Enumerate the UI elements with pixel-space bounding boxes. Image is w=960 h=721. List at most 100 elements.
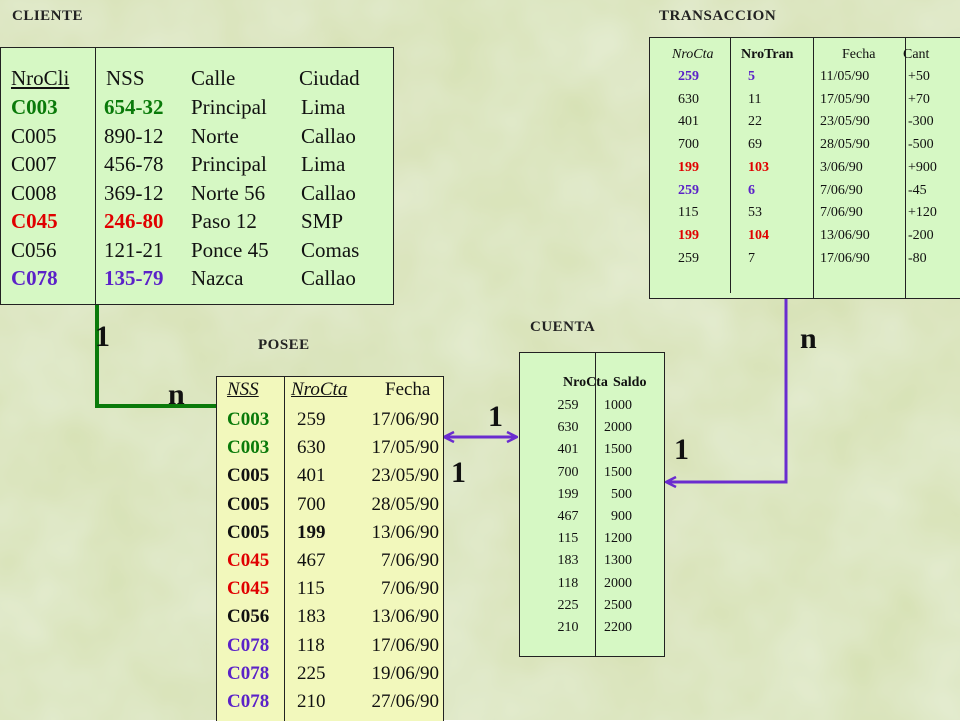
cliente-cell-nss: 121-21 <box>104 237 164 262</box>
transaccion-divider-2 <box>813 38 814 298</box>
transaccion-cell-nrotran: 5 <box>748 69 755 84</box>
transaccion-header-nrotran: NroTran <box>741 47 794 62</box>
posee-cell-nrocta: 630 <box>297 437 326 459</box>
transaccion-cell-nrocta: 259 <box>678 182 699 198</box>
transaccion-cell-nrocta: 259 <box>678 69 699 84</box>
transaccion-cell-cant: -200 <box>908 227 934 243</box>
cuenta-cell-nrocta: 115 <box>557 531 579 547</box>
cuenta-cell-nrocta: 467 <box>557 509 579 524</box>
cuenta-cell-nrocta: 210 <box>557 620 579 635</box>
cuenta-cell-nrocta: 225 <box>557 597 579 613</box>
cliente-cell-nrocli: C003 <box>11 95 58 119</box>
transaccion-cell-nrocta: 401 <box>678 114 699 130</box>
posee-cell-nrocta: 700 <box>297 493 326 515</box>
cuenta-header-saldo: Saldo <box>613 375 647 390</box>
transaccion-cell-cant: +900 <box>908 159 937 175</box>
transaccion-cell-nrocta: 199 <box>678 159 699 175</box>
cuenta-header-nrocta: NroCta <box>563 375 608 390</box>
cliente-caption: CLIENTE <box>12 8 84 24</box>
transaccion-cell-fecha: 3/06/90 <box>820 159 863 175</box>
posee-cell-nrocta: 118 <box>297 634 325 656</box>
cuenta-table: NroCta Saldo 259 1000 630 2000 401 1500 700 150… <box>519 352 665 657</box>
transaccion-header-nrocta: NroCta <box>672 47 714 62</box>
transaccion-caption: TRANSACCION <box>659 8 777 24</box>
posee-cell-nss: C078 <box>227 662 270 684</box>
transaccion-cell-nrotran: 6 <box>748 182 755 198</box>
posee-cell-fecha: 7/06/90 <box>380 578 439 600</box>
cardinality-cuenta-1b: 1 <box>674 433 689 466</box>
transaccion-divider-3 <box>905 38 906 298</box>
transaccion-cell-fecha: 11/05/90 <box>820 69 870 84</box>
cuenta-cell-saldo: 1500 <box>604 442 632 458</box>
transaccion-cell-nrocta: 115 <box>678 205 699 221</box>
posee-divider <box>284 377 285 721</box>
transaccion-cell-nrocta: 199 <box>678 227 699 243</box>
cliente-cell-ciudad: Callao <box>301 123 356 148</box>
posee-caption: POSEE <box>258 337 310 353</box>
cliente-header-ciudad: Ciudad <box>299 66 360 90</box>
transaccion-cell-nrotran: 103 <box>748 159 769 175</box>
transaccion-cell-nrotran: 69 <box>748 137 762 153</box>
cliente-cell-calle: Paso 12 <box>191 209 257 233</box>
cliente-cell-nss: 654-32 <box>104 95 164 119</box>
cliente-header-nrocli: NroCli <box>11 66 70 90</box>
posee-cell-nss: C078 <box>227 634 270 656</box>
cuenta-cell-nrocta: 259 <box>557 398 579 413</box>
cuenta-cell-nrocta: 118 <box>557 575 579 591</box>
posee-cell-fecha: 17/06/90 <box>371 634 439 656</box>
cuenta-cell-saldo: 2000 <box>604 575 632 591</box>
transaccion-cell-nrotran: 11 <box>748 91 762 107</box>
cliente-cell-calle: Norte 56 <box>191 180 266 205</box>
posee-cell-nrocta: 115 <box>297 578 325 600</box>
cuenta-cell-nrocta: 630 <box>557 420 579 436</box>
cuenta-cell-saldo: 2000 <box>604 420 632 436</box>
cliente-cell-nrocli: C007 <box>11 152 57 176</box>
cuenta-cell-saldo: 1500 <box>604 464 632 480</box>
cliente-cell-ciudad: Comas <box>301 237 360 262</box>
cardinality-cliente: 1 <box>95 320 110 353</box>
transaccion-cell-fecha: 13/06/90 <box>820 227 870 243</box>
cuenta-cell-saldo: 2500 <box>604 597 632 613</box>
posee-cell-nss: C003 <box>227 409 270 430</box>
cliente-table: NroCli NSS Calle Ciudad C003 654-32 Princi… <box>0 47 394 305</box>
cliente-cell-nss: 456-78 <box>104 152 164 176</box>
posee-header-nss: NSS <box>227 379 259 400</box>
posee-cell-fecha: 13/06/90 <box>371 521 439 543</box>
transaccion-cell-nrocta: 259 <box>678 250 699 266</box>
cardinality-posee-1: 1 <box>451 456 466 489</box>
transaccion-cell-nrotran: 104 <box>748 227 769 243</box>
posee-cell-nss: C045 <box>227 578 270 600</box>
cliente-cell-nss: 369-12 <box>104 180 164 205</box>
cliente-cell-ciudad: Lima <box>301 152 346 176</box>
posee-cell-nss: C005 <box>227 493 270 515</box>
posee-cell-nrocta: 467 <box>297 550 326 571</box>
cliente-cell-ciudad: SMP <box>301 209 344 233</box>
transaccion-cell-fecha: 28/05/90 <box>820 137 870 153</box>
transaccion-header-fecha: Fecha <box>842 47 876 62</box>
transaccion-header-cant: Cant <box>903 47 930 62</box>
cardinality-transaccion-n: n <box>800 322 817 355</box>
cliente-cell-nrocli: C056 <box>11 237 57 262</box>
posee-table: NSS NroCta Fecha C003 259 17/06/90 C003 630 1… <box>216 376 444 721</box>
cliente-cell-ciudad: Callao <box>301 180 356 205</box>
transaccion-cell-cant: -500 <box>908 137 934 153</box>
posee-cell-nrocta: 210 <box>297 691 326 712</box>
transaccion-cell-fecha: 17/06/90 <box>820 250 870 266</box>
transaccion-cell-nrotran: 22 <box>748 114 762 130</box>
cuenta-cell-saldo: 900 <box>611 509 632 524</box>
cuenta-divider <box>595 353 596 656</box>
transaccion-cell-nrocta: 630 <box>678 91 699 107</box>
cliente-header-calle: Calle <box>191 66 236 90</box>
transaccion-cell-cant: +70 <box>908 91 930 107</box>
transaccion-table: NroCta NroTran Fecha Cant 259 5 11/05/90 +5… <box>649 37 960 299</box>
posee-cell-nrocta: 259 <box>297 409 326 430</box>
cliente-cell-calle: Ponce 45 <box>191 237 269 262</box>
cardinality-posee-n: n <box>168 378 185 411</box>
cliente-cell-calle: Principal <box>191 152 267 176</box>
transaccion-divider-1 <box>730 38 731 293</box>
cliente-cell-ciudad: Lima <box>301 95 346 119</box>
posee-cell-nss: C005 <box>227 465 270 487</box>
transaccion-cell-cant: +120 <box>908 205 937 221</box>
cliente-cell-calle: Principal <box>191 95 267 119</box>
posee-cell-nrocta: 183 <box>297 606 326 628</box>
